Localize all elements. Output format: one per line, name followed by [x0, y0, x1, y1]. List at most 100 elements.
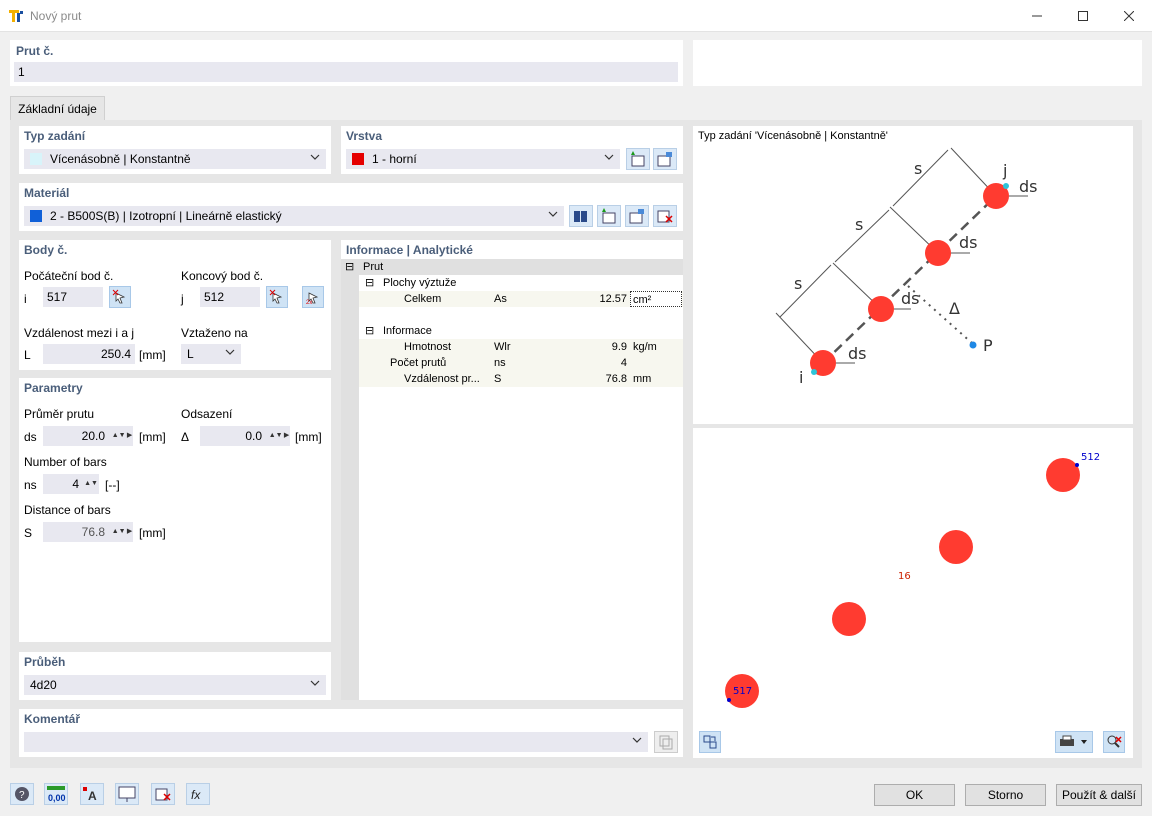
row-value: 4 [620, 357, 627, 369]
pick-two-points-button[interactable]: 2x [302, 286, 324, 308]
label-ds: ds [1019, 177, 1038, 196]
table-row: Vzdálenost pr... S 76.8 mm [359, 371, 683, 387]
material-swatch [30, 210, 42, 222]
units-button[interactable]: 0,00 [44, 783, 68, 805]
distribution-label: Průběh [24, 655, 66, 669]
node-marker [1075, 463, 1079, 467]
input-type-label: Typ zadání [24, 129, 86, 143]
rebar-circle [868, 296, 894, 322]
reset-view-button[interactable] [1103, 731, 1125, 753]
bar-label: 16 [898, 571, 911, 582]
pick-start-point-button[interactable] [109, 286, 131, 308]
help-button[interactable]: ? [10, 783, 34, 805]
tree-gutter [341, 259, 359, 700]
dim-line [779, 264, 832, 318]
spin-up-down-icon: ▲▼ [111, 528, 126, 535]
comment-copy-button[interactable] [654, 731, 678, 753]
distribution-dropdown[interactable]: 4d20 [24, 675, 326, 695]
material-dropdown[interactable]: 2 - B500S(B) | Izotropní | Lineárně elas… [24, 206, 564, 226]
comment-input[interactable] [24, 732, 648, 752]
print-button[interactable] [1055, 731, 1093, 753]
number-of-bars-spinner[interactable]: ▲▼ [83, 474, 99, 494]
bar-diameter-spinner[interactable]: ▲▼ ▶ [111, 426, 133, 446]
play-icon: ▶ [283, 432, 290, 439]
cancel-button[interactable]: Storno [965, 784, 1046, 806]
label-j: j [1002, 161, 1007, 180]
zoom-reset-icon [1107, 735, 1122, 748]
material-label: Materiál [24, 186, 70, 200]
row-unit[interactable]: cm² [630, 291, 682, 307]
table-row: Celkem As 12.57 cm² [359, 291, 683, 307]
start-point-label: Počáteční bod č. [24, 269, 114, 283]
distance-of-bars-label: Distance of bars [24, 503, 111, 517]
distance-of-bars-value: 76.8 [81, 525, 105, 539]
start-point-field[interactable]: 517 [43, 287, 103, 307]
layer-label: Vrstva [346, 129, 383, 143]
input-type-dropdown[interactable]: Vícenásobně | Konstantně [24, 149, 326, 169]
diagram-panel: Typ zadání 'Vícenásobně | Konstantně' s … [693, 126, 1133, 424]
edit-material-button[interactable] [625, 205, 649, 227]
text-style-button[interactable]: A [80, 783, 104, 805]
pick-end-point-button[interactable] [266, 286, 288, 308]
distance-ij-symbol: L [24, 348, 31, 362]
tree-collapse-icon[interactable]: ⊟ [365, 275, 374, 291]
delete-material-button[interactable] [653, 205, 677, 227]
offset-value: 0.0 [245, 429, 262, 443]
chevron-down-icon [310, 154, 320, 160]
offset-spinner[interactable]: ▲▼ ▶ [268, 426, 290, 446]
rebar-circle [1046, 458, 1080, 492]
node-label-start: 517 [733, 686, 752, 697]
display-button[interactable] [115, 783, 139, 805]
comment-label: Komentář [24, 712, 81, 726]
distance-ij-label: Vzdálenost mezi i a j [24, 326, 135, 340]
parameters-panel: Parametry Průměr prutu ds 20.0 ▲▼ ▶ [mm] … [19, 378, 331, 642]
member-number-field[interactable]: 1 [14, 62, 678, 82]
end-point-field[interactable]: 512 [200, 287, 260, 307]
chevron-down-icon [548, 211, 558, 217]
new-material-button[interactable] [597, 205, 621, 227]
offset-field[interactable]: 0.0 ▲▼ ▶ [200, 426, 290, 446]
number-of-bars-field[interactable]: 4 ▲▼ [43, 474, 99, 494]
spin-up-down-icon: ▲▼ [111, 432, 126, 439]
units-icon: 0,00 [47, 786, 66, 803]
edit-layer-button[interactable] [653, 148, 677, 170]
edit-item-icon [629, 209, 644, 224]
preview-panel: 512 16 517 [693, 428, 1133, 728]
book-icon [574, 211, 587, 222]
maximize-button[interactable] [1060, 0, 1106, 32]
close-button[interactable] [1106, 0, 1152, 32]
label-s: s [914, 159, 922, 178]
end-point-label: Koncový bod č. [181, 269, 264, 283]
label-s: s [794, 274, 802, 293]
material-library-button[interactable] [569, 205, 593, 227]
pick-multiple-icon: 2x [306, 292, 319, 305]
chevron-down-icon [604, 154, 614, 160]
input-type-panel: Typ zadání Vícenásobně | Konstantně [19, 126, 331, 174]
apply-next-button[interactable]: Použít & další [1056, 784, 1142, 806]
distance-ij-field: 250.4 [43, 344, 135, 364]
distance-of-bars-field: 76.8 ▲▼ ▶ [43, 522, 133, 542]
bar-diameter-field[interactable]: 20.0 ▲▼ ▶ [43, 426, 133, 446]
layer-dropdown[interactable]: 1 - horní [346, 149, 620, 169]
rebar-circle [832, 602, 866, 636]
help-icon: ? [15, 787, 29, 801]
minimize-button[interactable] [1014, 0, 1060, 32]
preview-settings-button[interactable] [699, 731, 721, 753]
tree-collapse-icon[interactable]: ⊟ [345, 259, 354, 275]
offset-symbol: Δ [181, 430, 190, 444]
ok-button[interactable]: OK [874, 784, 955, 806]
reference-dropdown[interactable]: L [181, 344, 241, 364]
distribution-value: 4d20 [30, 678, 57, 692]
edit-item-icon [657, 152, 672, 167]
end-point-symbol: j [181, 292, 184, 306]
tree-collapse-icon[interactable]: ⊟ [365, 323, 374, 339]
row-symbol: S [494, 373, 502, 385]
formula-button[interactable]: fx [186, 783, 210, 805]
clear-selection-button[interactable] [151, 783, 175, 805]
tab-basic-data[interactable]: Základní údaje [10, 96, 105, 120]
bar-diameter-unit: [mm] [139, 430, 166, 444]
new-layer-button[interactable] [626, 148, 650, 170]
rebar-preview[interactable]: 512 16 517 [693, 428, 1133, 728]
svg-text:0,00: 0,00 [48, 793, 66, 803]
delete-item-icon [155, 788, 171, 801]
